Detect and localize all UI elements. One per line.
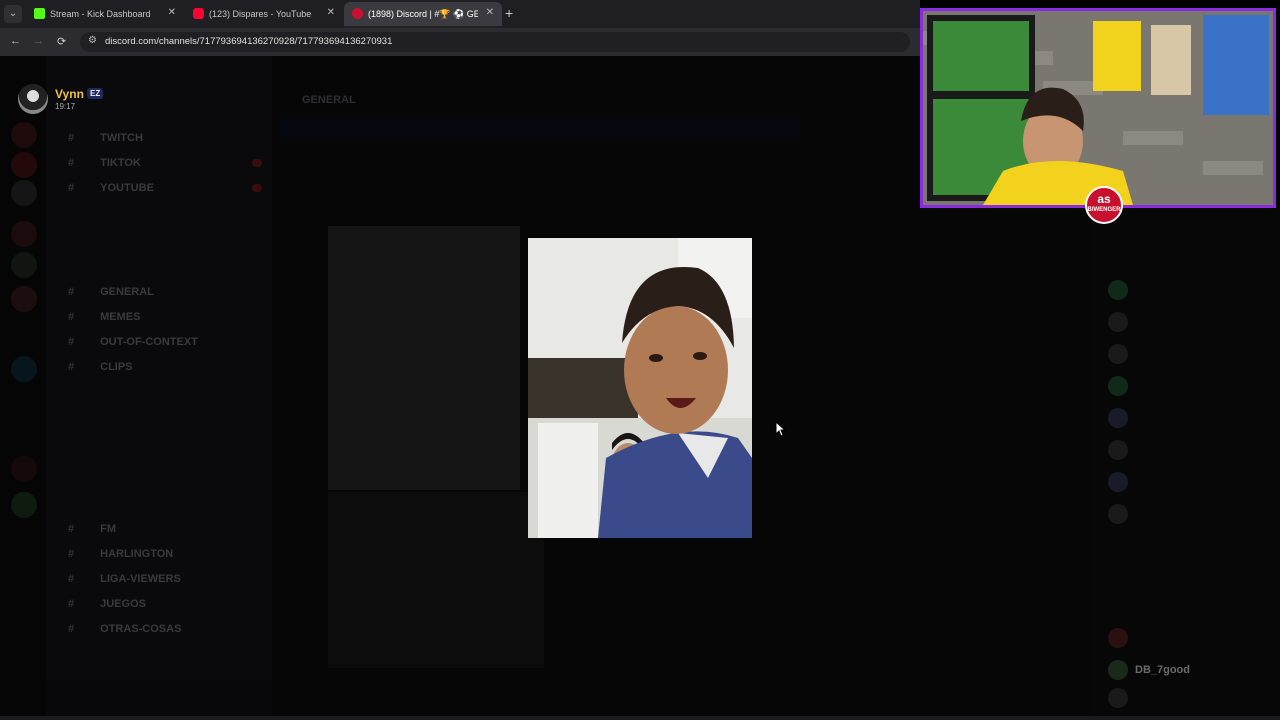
webcam-feed — [923, 11, 1273, 205]
server-icon[interactable] — [11, 356, 37, 382]
tab-title: (123) Dispares - YouTube — [209, 9, 312, 19]
close-tab-icon[interactable]: ✕ — [486, 7, 494, 18]
mention-badge — [252, 184, 262, 192]
server-icon[interactable] — [11, 252, 37, 278]
tab-youtube[interactable]: (123) Dispares - YouTube ✕ — [185, 2, 343, 26]
close-tab-icon[interactable]: ✕ — [327, 7, 335, 18]
close-tab-icon[interactable]: ✕ — [168, 7, 176, 18]
server-icon[interactable] — [11, 221, 37, 247]
kick-favicon-icon — [34, 8, 45, 19]
tab-title: Stream - Kick Dashboard — [50, 9, 151, 19]
channel-general[interactable]: # GENERAL — [68, 286, 154, 298]
message-image-thumbnail[interactable] — [328, 492, 544, 668]
tab-bar: ⌄ Stream - Kick Dashboard ✕ (123) Dispar… — [0, 0, 920, 28]
channel-juegos[interactable]: # JUEGOS — [68, 598, 146, 610]
tab-search-button[interactable]: ⌄ — [4, 5, 22, 23]
address-bar[interactable]: ⚙ discord.com/channels/71779369413627092… — [80, 32, 910, 52]
tab-kick[interactable]: Stream - Kick Dashboard ✕ — [26, 2, 184, 26]
channel-liga-viewers[interactable]: # LIGA-VIEWERS — [68, 573, 181, 585]
tab-title: (1898) Discord | #🏆 ⚽ GENERAL — [368, 9, 478, 19]
selfie-photo — [528, 238, 752, 538]
biwenger-logo: as BIWENGER — [1085, 186, 1123, 224]
channel-out-of-context[interactable]: # OUT-OF-CONTEXT — [68, 336, 198, 348]
channel-sidebar: # TWITCH # TIKTOK # YOUTUBE # GENERAL # MEMES… — [46, 56, 272, 720]
server-icon[interactable] — [11, 456, 37, 482]
channel-memes[interactable]: # MEMES — [68, 311, 140, 323]
discord-favicon-icon — [352, 8, 363, 19]
mention-badge — [252, 159, 262, 167]
bottom-edge — [0, 716, 1280, 720]
member-list — [1092, 208, 1280, 720]
url-text: discord.com/channels/717793694136270928/… — [105, 36, 393, 47]
channel-twitch[interactable]: # TWITCH — [68, 132, 143, 144]
server-icon[interactable] — [11, 180, 37, 206]
channel-fm[interactable]: # FM — [68, 523, 116, 535]
channel-youtube[interactable]: # YOUTUBE — [68, 182, 154, 194]
channel-otras-cosas[interactable]: # OTRAS-COSAS — [68, 623, 181, 635]
expanded-image[interactable] — [528, 238, 752, 538]
forward-icon[interactable]: → — [33, 35, 44, 47]
server-tag-badge: EZ — [87, 88, 104, 99]
tab-discord[interactable]: (1898) Discord | #🏆 ⚽ GENERAL ✕ — [344, 2, 502, 26]
channel-tiktok[interactable]: # TIKTOK — [68, 157, 141, 169]
back-icon[interactable]: ← — [10, 35, 21, 47]
site-info-icon[interactable]: ⚙ — [88, 35, 97, 46]
server-icon[interactable] — [11, 152, 37, 178]
author-name[interactable]: Vynn — [55, 87, 84, 101]
youtube-favicon-icon — [193, 8, 204, 19]
user-panel — [46, 680, 272, 720]
channel-clips[interactable]: # CLIPS — [68, 361, 133, 373]
channel-header-title: GENERAL — [302, 94, 356, 106]
server-icon[interactable] — [11, 492, 37, 518]
reload-icon[interactable]: ⟳ — [57, 35, 66, 48]
channel-harlington[interactable]: # HARLINGTON — [68, 548, 173, 560]
member-name[interactable]: DB_7good — [1135, 664, 1190, 676]
navigation-bar: ← → ⟳ ⚙ discord.com/channels/71779369413… — [0, 28, 920, 56]
message-image-thumbnail[interactable] — [328, 226, 520, 490]
server-icon[interactable] — [11, 286, 37, 312]
mouse-cursor-icon — [775, 421, 787, 437]
server-list — [0, 56, 46, 720]
new-messages-banner[interactable] — [280, 118, 800, 138]
message-timestamp: 19:17 — [55, 102, 76, 111]
streamer-webcam — [920, 8, 1276, 208]
server-icon[interactable] — [11, 122, 37, 148]
avatar[interactable] — [18, 84, 48, 114]
new-tab-icon[interactable]: + — [505, 5, 513, 21]
